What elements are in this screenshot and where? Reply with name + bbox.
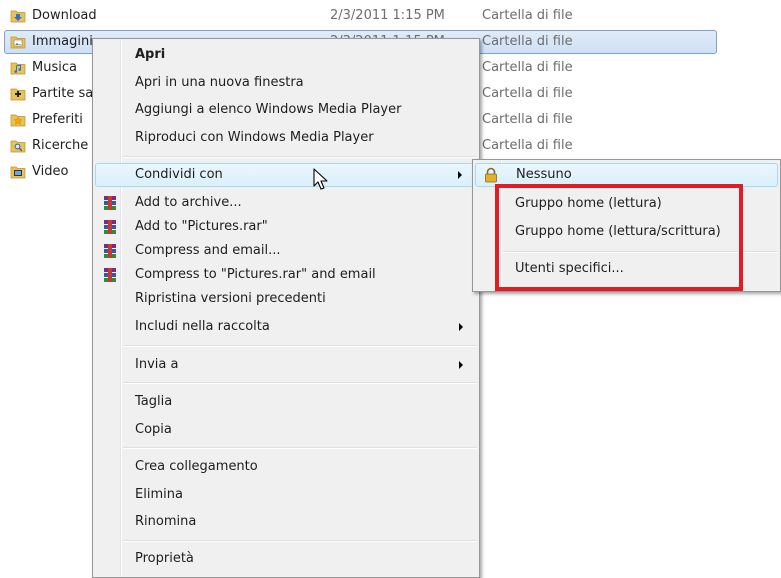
downloads-folder-icon	[10, 10, 26, 23]
file-row-download[interactable]: Download 2/3/2011 1:15 PM Cartella di fi…	[0, 3, 781, 29]
file-name: Preferiti	[32, 112, 83, 127]
menu-item-label: Copia	[135, 422, 172, 437]
menu-item-label: Condividi con	[135, 167, 223, 182]
menu-item-rename[interactable]: Rinomina	[95, 510, 477, 534]
menu-item-label: Add to archive...	[135, 195, 242, 210]
menu-item-open-new-window[interactable]: Apri in una nuova finestra	[95, 71, 477, 95]
menu-separator	[123, 447, 477, 449]
menu-separator	[123, 382, 477, 384]
menu-item-label: Apri in una nuova finestra	[135, 75, 304, 90]
file-type: Cartella di file	[482, 86, 573, 101]
menu-item-label: Apri	[135, 47, 166, 62]
context-menu: Apri Apri in una nuova finestra Aggiungi…	[92, 38, 480, 578]
menu-item-label: Includi nella raccolta	[135, 319, 270, 334]
videos-folder-icon	[10, 166, 26, 179]
menu-item-cut[interactable]: Taglia	[95, 390, 477, 414]
submenu-arrow-icon	[459, 323, 463, 331]
file-type: Cartella di file	[482, 60, 573, 75]
music-folder-icon	[10, 62, 26, 75]
menu-item-label: Elimina	[135, 487, 183, 502]
menu-item-label: Crea collegamento	[135, 459, 258, 474]
menu-item-label: Compress to "Pictures.rar" and email	[135, 267, 376, 282]
menu-separator	[123, 540, 477, 542]
menu-item-open[interactable]: Apri	[95, 43, 477, 67]
file-name: Musica	[32, 60, 77, 75]
menu-item-label: Taglia	[135, 394, 173, 409]
file-name: Download	[32, 8, 97, 23]
menu-item-label: Ripristina versioni precedenti	[135, 291, 326, 306]
file-name: Partite sa	[32, 86, 94, 101]
favorites-folder-icon	[10, 114, 26, 127]
saved-games-folder-icon	[10, 88, 26, 101]
menu-item-add-to-archive[interactable]: Add to archive...	[95, 191, 477, 215]
menu-item-compress-rar-email[interactable]: Compress to "Pictures.rar" and email	[95, 263, 477, 287]
menu-item-properties[interactable]: Proprietà	[95, 547, 477, 571]
file-type: Cartella di file	[482, 138, 573, 153]
menu-item-label: Compress and email...	[135, 243, 281, 258]
menu-item-add-wmp-list[interactable]: Aggiungi a elenco Windows Media Player	[95, 98, 477, 122]
menu-item-include-library[interactable]: Includi nella raccolta	[95, 315, 477, 339]
menu-item-add-to-rar[interactable]: Add to "Pictures.rar"	[95, 215, 477, 239]
menu-item-play-wmp[interactable]: Riproduci con Windows Media Player	[95, 126, 477, 150]
file-name: Immagini	[32, 34, 93, 49]
winrar-icon	[104, 244, 116, 258]
file-name: Video	[32, 164, 69, 179]
searches-folder-icon	[10, 140, 26, 153]
menu-item-label: Invia a	[135, 357, 179, 372]
file-date: 2/3/2011 1:15 PM	[330, 8, 445, 23]
file-type: Cartella di file	[482, 34, 573, 49]
menu-item-copy[interactable]: Copia	[95, 418, 477, 442]
menu-item-share-with[interactable]: Condividi con	[95, 163, 477, 187]
menu-item-label: Riproduci con Windows Media Player	[135, 130, 374, 145]
lock-icon	[485, 167, 497, 183]
submenu-arrow-icon	[458, 171, 462, 179]
menu-item-restore-versions[interactable]: Ripristina versioni precedenti	[95, 287, 477, 311]
winrar-icon	[104, 268, 116, 282]
pictures-folder-icon	[10, 36, 26, 49]
mouse-cursor-icon	[313, 168, 328, 190]
menu-item-send-to[interactable]: Invia a	[95, 353, 477, 377]
submenu-arrow-icon	[459, 361, 463, 369]
menu-item-label: Nessuno	[516, 167, 572, 182]
file-name: Ricerche	[32, 138, 89, 153]
menu-item-create-shortcut[interactable]: Crea collegamento	[95, 455, 477, 479]
menu-separator	[123, 345, 477, 347]
highlight-annotation-box	[495, 184, 743, 291]
menu-item-label: Aggiungi a elenco Windows Media Player	[135, 102, 402, 117]
file-type: Cartella di file	[482, 112, 573, 127]
menu-item-delete[interactable]: Elimina	[95, 483, 477, 507]
file-type: Cartella di file	[482, 8, 573, 23]
winrar-icon	[104, 220, 116, 234]
menu-item-label: Add to "Pictures.rar"	[135, 219, 268, 234]
menu-item-label: Rinomina	[135, 514, 197, 529]
menu-separator	[123, 156, 477, 158]
menu-item-label: Proprietà	[135, 551, 194, 566]
winrar-icon	[104, 196, 116, 210]
menu-item-compress-email[interactable]: Compress and email...	[95, 239, 477, 263]
